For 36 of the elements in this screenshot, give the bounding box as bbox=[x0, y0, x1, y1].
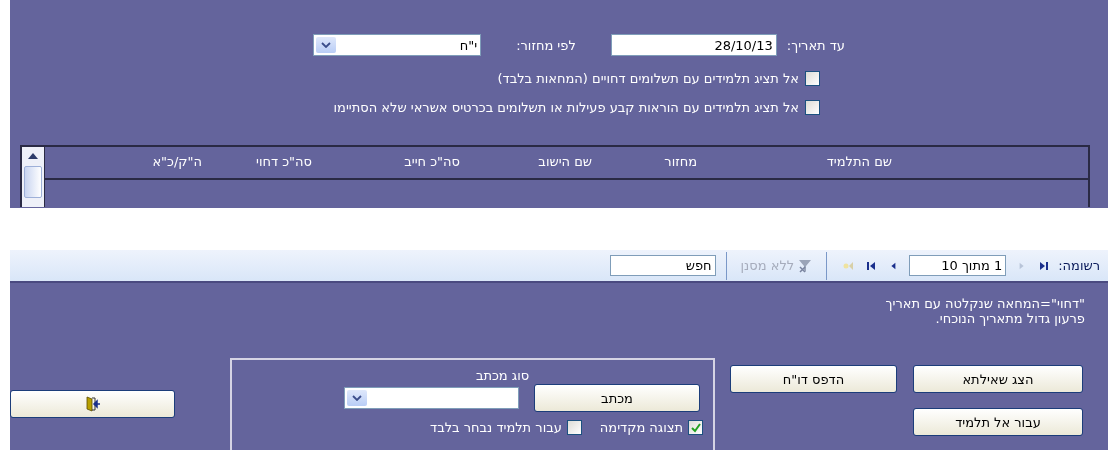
scrollbar[interactable] bbox=[22, 147, 45, 207]
checkbox[interactable] bbox=[805, 100, 820, 115]
exit-button[interactable] bbox=[10, 390, 175, 418]
column-header[interactable]: מחזור bbox=[592, 154, 697, 178]
cycle-dropdown[interactable]: י"ח bbox=[313, 34, 482, 56]
letter-type-label: סוג מכתב bbox=[475, 368, 530, 383]
scroll-up-icon[interactable] bbox=[28, 153, 38, 159]
note-text: "דחוי"=המחאה שנקלטה עם תאריך פרעון גדול מתאריך הנוכחי. bbox=[884, 295, 1086, 328]
first-record-icon[interactable] bbox=[1038, 260, 1049, 271]
cycle-label: לפי מחזור: bbox=[516, 37, 576, 53]
column-header[interactable]: שם התלמיד bbox=[697, 154, 892, 178]
letter-button[interactable]: מכתב bbox=[534, 384, 700, 412]
checkbox-label: עבור תלמיד נבחר בלבד bbox=[430, 420, 562, 435]
last-record-icon[interactable] bbox=[867, 260, 878, 271]
checkbox[interactable] bbox=[688, 420, 703, 435]
door-exit-icon bbox=[84, 396, 101, 412]
scroll-thumb[interactable] bbox=[24, 166, 42, 198]
checkbox[interactable] bbox=[566, 420, 582, 435]
column-header[interactable]: סה"כ דחוי bbox=[202, 154, 312, 178]
record-position-field[interactable]: 1 מתוך 10 bbox=[909, 255, 1007, 276]
print-report-button[interactable]: הדפס דו"ח bbox=[730, 365, 897, 393]
column-header[interactable]: ה"ק/כ"א bbox=[52, 154, 202, 178]
column-header[interactable]: סה"כ חייב bbox=[312, 154, 460, 178]
checkbox-label: אל תציג תלמידים עם תשלומים דחויים (המחאות בלבד) bbox=[497, 71, 799, 86]
show-query-button[interactable]: הצג שאילתא bbox=[913, 365, 1083, 393]
checkbox-label: אל תציג תלמידים עם הוראות קבע פעילות או תשלומים בכרטיס אשראי שלא הסתיימו bbox=[333, 100, 799, 115]
column-header[interactable]: שם הישוב bbox=[460, 154, 592, 178]
date-field[interactable]: 28/10/13 bbox=[610, 34, 777, 56]
go-to-student-button[interactable]: עבור אל תלמיד bbox=[913, 408, 1083, 436]
checkbox-label: תצוגה מקדימה bbox=[599, 420, 683, 435]
search-field[interactable]: חפש bbox=[609, 255, 716, 276]
checkbox[interactable] bbox=[805, 71, 820, 86]
record-label: רשומה: bbox=[1058, 258, 1100, 273]
date-label: עד תאריך: bbox=[786, 37, 845, 53]
filter-icon bbox=[798, 258, 813, 273]
letter-type-dropdown[interactable] bbox=[344, 387, 519, 409]
